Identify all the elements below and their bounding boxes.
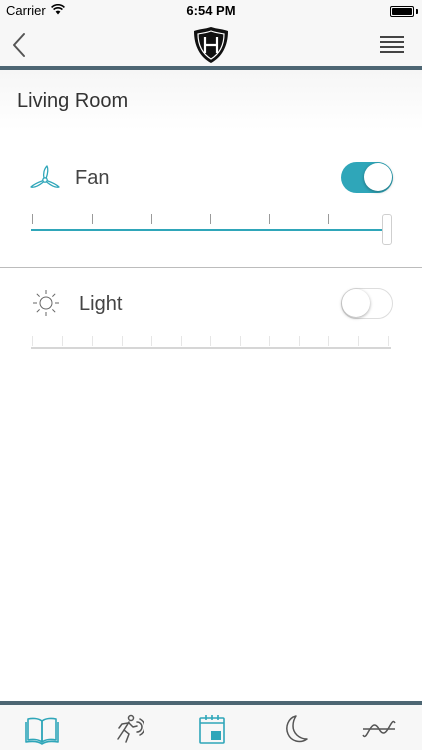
device-row-fan: Fan [0, 150, 422, 268]
slider-tick [151, 214, 152, 224]
slider-tick [240, 336, 241, 346]
slider-tick [328, 336, 329, 346]
slider-tick [92, 214, 93, 224]
slider-tick [92, 336, 93, 346]
running-person-icon[interactable] [110, 713, 144, 745]
battery-tip [416, 9, 418, 14]
slider-fill [31, 229, 383, 231]
hamburger-menu-icon[interactable] [380, 35, 404, 55]
status-bar: Carrier 6:54 PM [0, 0, 422, 22]
book-icon[interactable] [25, 713, 59, 745]
slider-tick [122, 336, 123, 346]
slider-tick [32, 214, 33, 224]
sun-icon [33, 290, 59, 316]
slider-tick [328, 214, 329, 224]
device-row-light: Light [0, 270, 422, 370]
toggle-knob [364, 163, 392, 191]
slider-tick [210, 336, 211, 346]
room-header: Living Room [0, 70, 422, 130]
moon-icon[interactable] [278, 713, 312, 745]
slider-track [31, 347, 391, 349]
light-toggle[interactable] [341, 288, 393, 319]
battery-icon [390, 6, 414, 17]
slider-tick [388, 336, 389, 346]
device-label-fan: Fan [75, 167, 110, 189]
nav-bar [0, 22, 422, 66]
slider-tick [299, 336, 300, 346]
slider-tick [181, 336, 182, 346]
light-level-slider[interactable] [30, 330, 394, 364]
slider-tick [269, 336, 270, 346]
slider-thumb[interactable] [382, 214, 392, 245]
slider-tick [151, 336, 152, 346]
tab-bar [0, 705, 422, 750]
toggle-knob [342, 289, 370, 317]
device-label-light: Light [79, 293, 123, 315]
fan-level-slider[interactable] [30, 212, 394, 246]
shield-h-logo [194, 27, 228, 63]
slider-tick [210, 214, 211, 224]
fan-toggle[interactable] [341, 162, 393, 193]
slider-tick [32, 336, 33, 346]
sine-wave-icon[interactable] [362, 713, 396, 745]
room-title: Living Room [17, 90, 129, 112]
chevron-left-icon[interactable] [8, 32, 32, 58]
slider-tick [62, 336, 63, 346]
slider-tick [358, 336, 359, 346]
slider-tick [269, 214, 270, 224]
status-time: 6:54 PM [186, 3, 236, 18]
calendar-icon[interactable] [195, 713, 229, 745]
fan-icon [30, 165, 60, 188]
